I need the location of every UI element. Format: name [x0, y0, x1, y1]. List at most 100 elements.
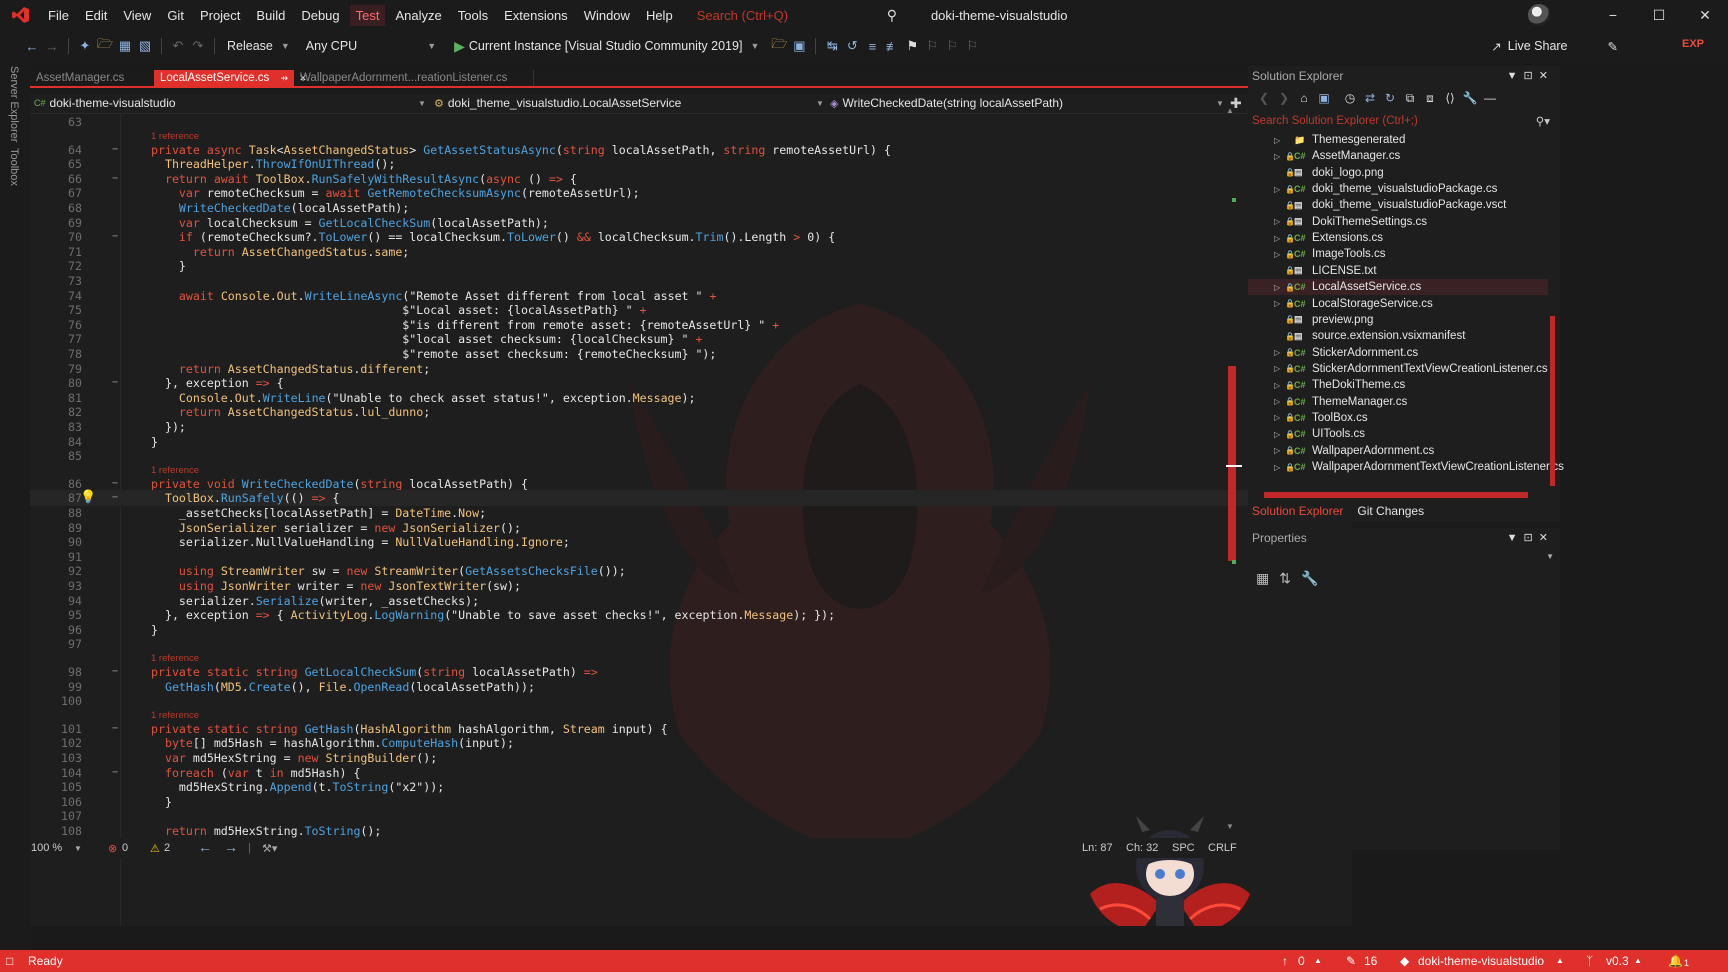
minimize-button[interactable]: − [1590, 7, 1636, 23]
code-line[interactable]: 87 − 💡 ToolBox.RunSafely(() => { [30, 490, 1330, 507]
menu-project[interactable]: Project [194, 5, 246, 26]
fold-toggle-icon[interactable]: − [112, 765, 118, 781]
tree-item[interactable]: ▷ 🔒 C# ThemeManager.cs [1248, 394, 1548, 410]
screenshot-icon[interactable]: ▣ [789, 38, 809, 54]
expand-arrow-icon[interactable]: ▷ [1274, 185, 1280, 194]
search-icon[interactable]: ⚲▾ [1536, 114, 1550, 128]
code-line[interactable]: 75 $"Local asset: {localAssetPath} " + [30, 302, 1330, 318]
menu-file[interactable]: File [42, 5, 75, 26]
tab-solution-explorer[interactable]: Solution Explorer [1252, 504, 1343, 518]
lightbulb-icon[interactable]: 💡 [80, 490, 96, 506]
menu-debug[interactable]: Debug [295, 5, 345, 26]
tab-git-changes[interactable]: Git Changes [1357, 504, 1424, 518]
chevron-down-icon[interactable]: ▼ [816, 99, 824, 108]
code-line[interactable]: 102 byte[] md5Hash = hashAlgorithm.Compu… [30, 735, 1330, 751]
code-line[interactable]: 78 $"remote asset checksum: {remoteCheck… [30, 346, 1330, 362]
chevron-down-icon[interactable]: ▼ [418, 99, 426, 108]
switch-views-icon[interactable]: ▣ [1314, 91, 1334, 105]
expand-arrow-icon[interactable]: ▷ [1274, 430, 1280, 439]
tree-item[interactable]: ▷ 📁 Themesgenerated [1248, 132, 1548, 148]
menu-edit[interactable]: Edit [79, 5, 113, 26]
fold-toggle-icon[interactable]: − [112, 142, 118, 158]
uncomment-icon[interactable]: ≢ [882, 39, 902, 54]
tree-item[interactable]: 🔒 ▤ doki_theme_visualstudioPackage.vsct [1248, 197, 1548, 213]
chevron-up-icon[interactable]: ▲ [1556, 956, 1564, 965]
step-into-icon[interactable]: ↹ [822, 38, 842, 54]
chevron-down-icon[interactable]: ▼ [74, 844, 82, 853]
code-line[interactable]: 76 $"is different from remote asset: {re… [30, 317, 1330, 333]
code-line[interactable]: 99 GetHash(MD5.Create(), File.OpenRead(l… [30, 679, 1330, 695]
notifications-count[interactable]: 1 [1684, 958, 1689, 968]
tab-wallpaper-adornment-listener[interactable]: WallpaperAdornment...reationListener.cs [294, 70, 534, 86]
code-line[interactable]: 66 − return await ToolBox.RunSafelyWithRe… [30, 171, 1330, 187]
menu-window[interactable]: Window [578, 5, 636, 26]
fold-toggle-icon[interactable]: − [112, 721, 118, 737]
member-dropdown[interactable]: ◈ WriteCheckedDate(string localAssetPath… [830, 96, 1063, 110]
code-line[interactable]: 93 using JsonWriter writer = new JsonTex… [30, 578, 1330, 594]
code-line[interactable]: 106 } [30, 794, 1330, 810]
navigate-forward-icon[interactable]: → [42, 39, 62, 54]
menu-extensions[interactable]: Extensions [498, 5, 574, 26]
tree-item[interactable]: ▷ 🔒 C# UITools.cs [1248, 426, 1548, 442]
save-all-icon[interactable]: ▧ [135, 38, 155, 54]
quick-search-input[interactable]: Search (Ctrl+Q) [697, 8, 887, 23]
chevron-down-icon[interactable]: ▼ [281, 41, 290, 51]
expand-arrow-icon[interactable]: ▷ [1274, 217, 1280, 226]
view-code-icon[interactable]: ⟨⟩ [1440, 91, 1460, 105]
preview-selected-icon[interactable]: — [1480, 91, 1500, 105]
tree-item[interactable]: ▷ 🔒 C# ImageTools.cs [1248, 246, 1548, 262]
pending-changes-icon[interactable]: ◷ [1340, 91, 1360, 105]
bookmark-icon[interactable]: ⚑ [902, 38, 922, 54]
warning-icon[interactable]: ⚠ [150, 842, 160, 855]
code-line[interactable]: 82 return AssetChangedStatus.lul_dunno; [30, 404, 1330, 420]
code-line[interactable]: 94 serializer.Serialize(writer, _assetCh… [30, 593, 1330, 609]
code-line[interactable]: 84} [30, 434, 1330, 450]
tree-item[interactable]: 🔒 ▤ LICENSE.txt [1248, 263, 1548, 279]
menu-help[interactable]: Help [640, 5, 679, 26]
solution-search-input[interactable]: Search Solution Explorer (Ctrl+;) ⚲▾ [1248, 110, 1560, 132]
code-line[interactable]: 79 return AssetChangedStatus.different; [30, 361, 1330, 377]
solution-horizontal-scrollbar[interactable] [1254, 492, 1544, 498]
pending-edits-count[interactable]: 16 [1364, 954, 1377, 968]
fold-toggle-icon[interactable]: − [112, 490, 118, 506]
previous-issue-icon[interactable]: ← [198, 839, 212, 855]
tree-item[interactable]: ▷ 🔒 C# WallpaperAdornmentTextViewCreationLi… [1248, 459, 1564, 475]
tree-item[interactable]: ▷ 🔒 C# StickerAdornment.cs [1248, 345, 1548, 361]
panel-window-controls[interactable]: ▼⊡✕ [1507, 531, 1554, 544]
zoom-level-dropdown[interactable]: 100 % [31, 842, 62, 854]
code-line[interactable]: 68 WriteCheckedDate(localAssetPath); [30, 200, 1330, 216]
expand-arrow-icon[interactable]: ▷ [1274, 283, 1280, 292]
chevron-down-icon[interactable]: ▼ [750, 41, 759, 51]
expand-arrow-icon[interactable]: ▷ [1274, 136, 1280, 145]
notifications-icon[interactable]: 🔔 [1668, 954, 1683, 968]
fold-toggle-icon[interactable]: − [112, 229, 118, 245]
code-line[interactable]: 69 var localChecksum = GetLocalCheckSum(… [30, 215, 1330, 231]
branch-name[interactable]: v0.3 [1606, 954, 1629, 968]
previous-bookmark-icon[interactable]: ⚐ [922, 38, 942, 54]
chevron-down-icon[interactable]: ▼ [1216, 99, 1224, 108]
categorized-icon[interactable]: ▦ [1256, 570, 1279, 586]
code-line[interactable]: 83 }); [30, 419, 1330, 435]
repository-icon[interactable]: ◆ [1400, 954, 1409, 968]
start-debugging-icon[interactable]: ▶ [454, 38, 465, 55]
navigate-back-icon[interactable]: ← [22, 39, 42, 54]
menu-test[interactable]: Test [349, 4, 386, 26]
run-target-button[interactable]: Current Instance [Visual Studio Communit… [469, 39, 743, 53]
code-line[interactable]: 77 $"local asset checksum: {localChecksu… [30, 331, 1330, 347]
next-issue-icon[interactable]: → [224, 839, 238, 855]
fold-toggle-icon[interactable]: − [112, 664, 118, 680]
code-line[interactable]: 71 return AssetChangedStatus.same; [30, 244, 1330, 260]
chevron-up-icon[interactable]: ▲ [1314, 956, 1322, 965]
sync-icon[interactable]: ⇄ [1360, 91, 1380, 105]
code-cleanup-icon[interactable]: ⚒▾ [262, 842, 277, 855]
code-line[interactable]: 72 } [30, 258, 1330, 274]
code-line[interactable]: 80 − }, exception => { [30, 375, 1330, 391]
code-line[interactable]: 88 _assetChecks[localAssetPath] = DateTi… [30, 505, 1330, 521]
code-line[interactable]: 90 serializer.NullValueHandling = NullVa… [30, 534, 1330, 550]
pending-edits-icon[interactable]: ✎ [1346, 954, 1356, 968]
code-line[interactable]: 89 JsonSerializer serializer = new JsonS… [30, 520, 1330, 536]
error-count[interactable]: 0 [122, 842, 128, 854]
code-line[interactable]: 67 var remoteChecksum = await GetRemoteC… [30, 185, 1330, 201]
next-bookmark-icon[interactable]: ⚐ [942, 38, 962, 54]
tree-item[interactable]: ▷ 🔒 C# TheDokiTheme.cs [1248, 377, 1548, 393]
